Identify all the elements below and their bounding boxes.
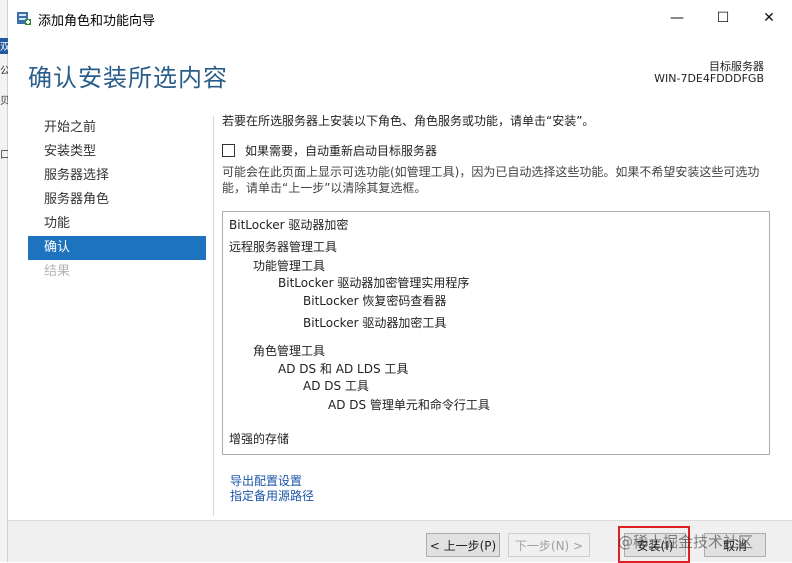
list-item: 增强的存储 (229, 432, 290, 446)
list-item: BitLocker 恢复密码查看器 (303, 294, 447, 308)
next-button: 下一步(N) > (508, 533, 590, 557)
nav-item-features[interactable]: 功能 (28, 212, 206, 236)
server-manager-icon (17, 12, 31, 25)
nav-item-server-roles[interactable]: 服务器角色 (28, 188, 206, 212)
title-bar[interactable]: 添加角色和功能向导 — ☐ ✕ (8, 0, 792, 36)
restart-option[interactable]: 如果需要，自动重新启动目标服务器 (222, 142, 437, 159)
nav-item-results: 结果 (44, 264, 71, 279)
selection-summary-list[interactable]: BitLocker 驱动器加密 远程服务器管理工具 功能管理工具 BitLock… (222, 211, 770, 455)
page-title: 确认安装所选内容 (28, 64, 228, 92)
background-text-4: 口 (0, 150, 10, 161)
nav-item-installation-type[interactable]: 安装类型 (28, 140, 206, 164)
restart-checkbox[interactable] (222, 144, 235, 157)
window-title: 添加角色和功能向导 (38, 14, 156, 29)
intro-text: 若要在所选服务器上安装以下角色、角色服务或功能，请单击“安装”。 (222, 114, 595, 128)
background-text-1: 双 (0, 38, 10, 54)
restart-checkbox-label[interactable]: 如果需要，自动重新启动目标服务器 (245, 142, 437, 159)
list-item: BitLocker 驱动器加密管理实用程序 (278, 276, 470, 290)
list-item: AD DS 和 AD LDS 工具 (278, 362, 409, 376)
maximize-button[interactable]: ☐ (700, 0, 746, 36)
wizard-steps-nav: 开始之前 安装类型 服务器选择 服务器角色 功能 确认 结果 (28, 116, 206, 284)
watermark-text: @稀土掘金技术社区 (618, 533, 754, 551)
nav-item-confirmation[interactable]: 确认 (28, 236, 206, 260)
list-item: 角色管理工具 (253, 344, 326, 358)
list-item: AD DS 管理单元和命令行工具 (328, 398, 490, 412)
minimize-button[interactable]: — (654, 0, 700, 36)
wizard-footer: < 上一步(P) 下一步(N) > 安装(I) 取消 @稀土掘金技术社区 (8, 520, 792, 563)
list-item: 远程服务器管理工具 (229, 240, 338, 254)
previous-button[interactable]: < 上一步(P) (426, 533, 500, 557)
list-item: BitLocker 驱动器加密 (229, 218, 349, 232)
nav-divider (213, 116, 214, 516)
list-item: AD DS 工具 (303, 379, 369, 393)
background-text-2: 公 (0, 66, 10, 77)
wizard-window: 添加角色和功能向导 — ☐ ✕ 确认安装所选内容 目标服务器 WIN-7DE4F… (8, 0, 792, 563)
content-panel: 若要在所选服务器上安装以下角色、角色服务或功能，请单击“安装”。 如果需要，自动… (222, 112, 782, 503)
nav-item-server-selection[interactable]: 服务器选择 (28, 164, 206, 188)
background-text-3: 贝 (0, 96, 10, 107)
list-item: BitLocker 驱动器加密工具 (303, 316, 447, 330)
alternate-source-path-link[interactable]: 指定备用源路径 (230, 487, 314, 504)
background-window-strip: 双 公 贝 口 (0, 0, 10, 562)
optional-features-note: 可能会在此页面上显示可选功能(如管理工具)，因为已自动选择这些功能。如果不希望安… (222, 165, 760, 195)
list-item: 功能管理工具 (253, 259, 326, 273)
nav-item-before-you-begin[interactable]: 开始之前 (28, 116, 206, 140)
target-server-name: WIN-7DE4FDDDFGB (654, 72, 764, 85)
close-button[interactable]: ✕ (746, 0, 792, 36)
